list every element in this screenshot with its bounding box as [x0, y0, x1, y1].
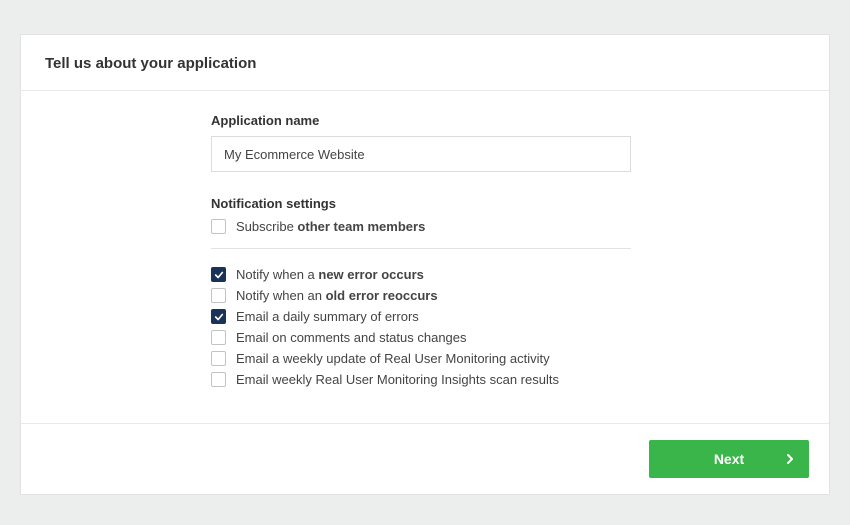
subscribe-team-row[interactable]: Subscribe other team members: [211, 219, 805, 234]
checkbox-icon[interactable]: [211, 351, 226, 366]
next-button[interactable]: Next: [649, 440, 809, 478]
application-form-card: Tell us about your application Applicati…: [20, 34, 830, 495]
checkbox-label: Notify when an old error reoccurs: [236, 288, 438, 303]
checkbox-label: Email on comments and status changes: [236, 330, 467, 345]
notification-settings-label: Notification settings: [211, 196, 805, 211]
notification-option-row[interactable]: Email a weekly update of Real User Monit…: [211, 351, 805, 366]
notification-option-row[interactable]: Notify when a new error occurs: [211, 267, 805, 282]
checkbox-icon[interactable]: [211, 330, 226, 345]
checkbox-icon[interactable]: [211, 267, 226, 282]
next-button-label: Next: [714, 451, 744, 467]
chevron-right-icon: [787, 451, 795, 467]
app-name-label: Application name: [211, 113, 805, 128]
card-body: Application name Notification settings S…: [21, 91, 829, 423]
checkbox-icon[interactable]: [211, 219, 226, 234]
checkbox-label: Subscribe other team members: [236, 219, 425, 234]
divider: [211, 248, 631, 249]
checkbox-icon[interactable]: [211, 309, 226, 324]
checkbox-icon[interactable]: [211, 372, 226, 387]
checkbox-icon[interactable]: [211, 288, 226, 303]
notification-option-row[interactable]: Notify when an old error reoccurs: [211, 288, 805, 303]
checkbox-label: Email weekly Real User Monitoring Insigh…: [236, 372, 559, 387]
checkbox-label: Notify when a new error occurs: [236, 267, 424, 282]
page-title: Tell us about your application: [45, 55, 805, 72]
card-footer: Next: [21, 423, 829, 494]
notification-option-row[interactable]: Email on comments and status changes: [211, 330, 805, 345]
notification-option-row[interactable]: Email weekly Real User Monitoring Insigh…: [211, 372, 805, 387]
notification-option-row[interactable]: Email a daily summary of errors: [211, 309, 805, 324]
checkbox-label: Email a daily summary of errors: [236, 309, 419, 324]
card-header: Tell us about your application: [21, 35, 829, 91]
checkbox-label: Email a weekly update of Real User Monit…: [236, 351, 550, 366]
notification-settings: Notification settings Subscribe other te…: [211, 196, 805, 387]
app-name-input[interactable]: [211, 136, 631, 172]
